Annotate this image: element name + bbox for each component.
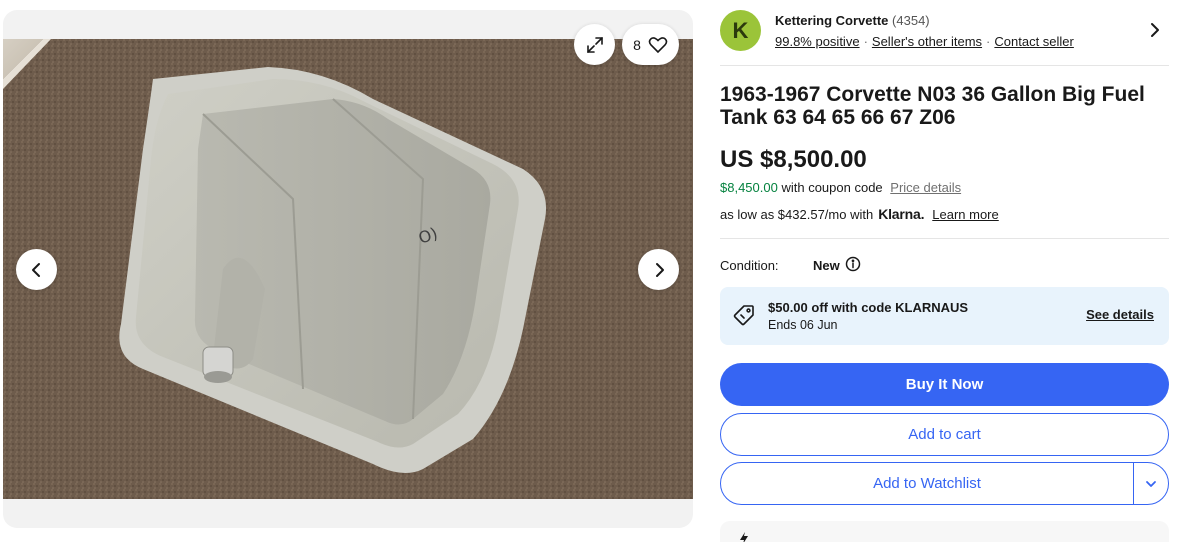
heart-icon	[648, 36, 668, 53]
seller-card: K Kettering Corvette (4354) 99.8% positi…	[720, 10, 1169, 65]
image-gallery: O) 8	[3, 10, 693, 528]
buy-it-now-button[interactable]: Buy It Now	[720, 363, 1169, 406]
coupon-text: with coupon code	[781, 180, 883, 195]
divider	[720, 65, 1169, 66]
watch-count-button[interactable]: 8	[622, 24, 679, 65]
klarna-logo: Klarna.	[878, 206, 925, 222]
separator-dot: ·	[986, 34, 991, 49]
coupon-price-line: $8,450.00 with coupon code Price details	[720, 180, 961, 195]
info-icon[interactable]	[845, 256, 861, 272]
separator-dot: ·	[863, 34, 868, 49]
condition-value: New	[813, 258, 840, 273]
see-details-link[interactable]: See details	[1086, 307, 1154, 322]
chevron-right-icon[interactable]	[1149, 22, 1161, 38]
add-to-cart-button[interactable]: Add to cart	[720, 413, 1169, 456]
seller-links: 99.8% positive · Seller's other items · Cont…	[775, 34, 1074, 49]
tag-icon	[733, 305, 754, 326]
coupon-price: $8,450.00	[720, 180, 778, 195]
coupon-promo-banner: $50.00 off with code KLARNAUS Ends 06 Ju…	[720, 287, 1169, 345]
klarna-line: as low as $432.57/mo with Klarna. Learn …	[720, 206, 999, 222]
promo-expiry: Ends 06 Jun	[768, 318, 838, 332]
seller-feedback-score: (4354)	[892, 13, 930, 28]
divider	[720, 238, 1169, 239]
seller-name[interactable]: Kettering Corvette	[775, 13, 888, 28]
seller-other-items-link[interactable]: Seller's other items	[872, 34, 982, 49]
price-details-link[interactable]: Price details	[890, 180, 961, 195]
previous-image-button[interactable]	[16, 249, 57, 290]
condition-label: Condition:	[720, 258, 779, 273]
contact-seller-link[interactable]: Contact seller	[994, 34, 1073, 49]
seller-avatar[interactable]: K	[720, 10, 761, 51]
listing-price: US $8,500.00	[720, 146, 867, 173]
expand-button[interactable]	[574, 24, 615, 65]
info-card	[720, 521, 1169, 542]
add-to-watchlist-button[interactable]: Add to Watchlist	[721, 463, 1133, 504]
expand-icon	[586, 36, 603, 53]
condition-row: Condition: New	[720, 256, 861, 273]
seller-name-line: Kettering Corvette (4354)	[775, 13, 930, 28]
promo-title: $50.00 off with code KLARNAUS	[768, 300, 969, 315]
chevron-right-icon	[655, 262, 664, 277]
watchlist-split-button: Add to Watchlist	[720, 462, 1169, 505]
watch-count: 8	[633, 36, 641, 53]
klarna-installment-text: as low as $432.57/mo with	[720, 206, 874, 222]
lightning-icon	[740, 532, 748, 542]
next-image-button[interactable]	[638, 249, 679, 290]
watchlist-dropdown-button[interactable]	[1133, 463, 1168, 504]
learn-more-link[interactable]: Learn more	[932, 207, 998, 222]
chevron-down-icon	[1146, 480, 1156, 487]
product-photo[interactable]: O)	[3, 39, 693, 499]
chevron-left-icon	[31, 262, 40, 277]
seller-feedback-link[interactable]: 99.8% positive	[775, 34, 860, 49]
listing-title: 1963-1967 Corvette N03 36 Gallon Big Fue…	[720, 83, 1145, 129]
